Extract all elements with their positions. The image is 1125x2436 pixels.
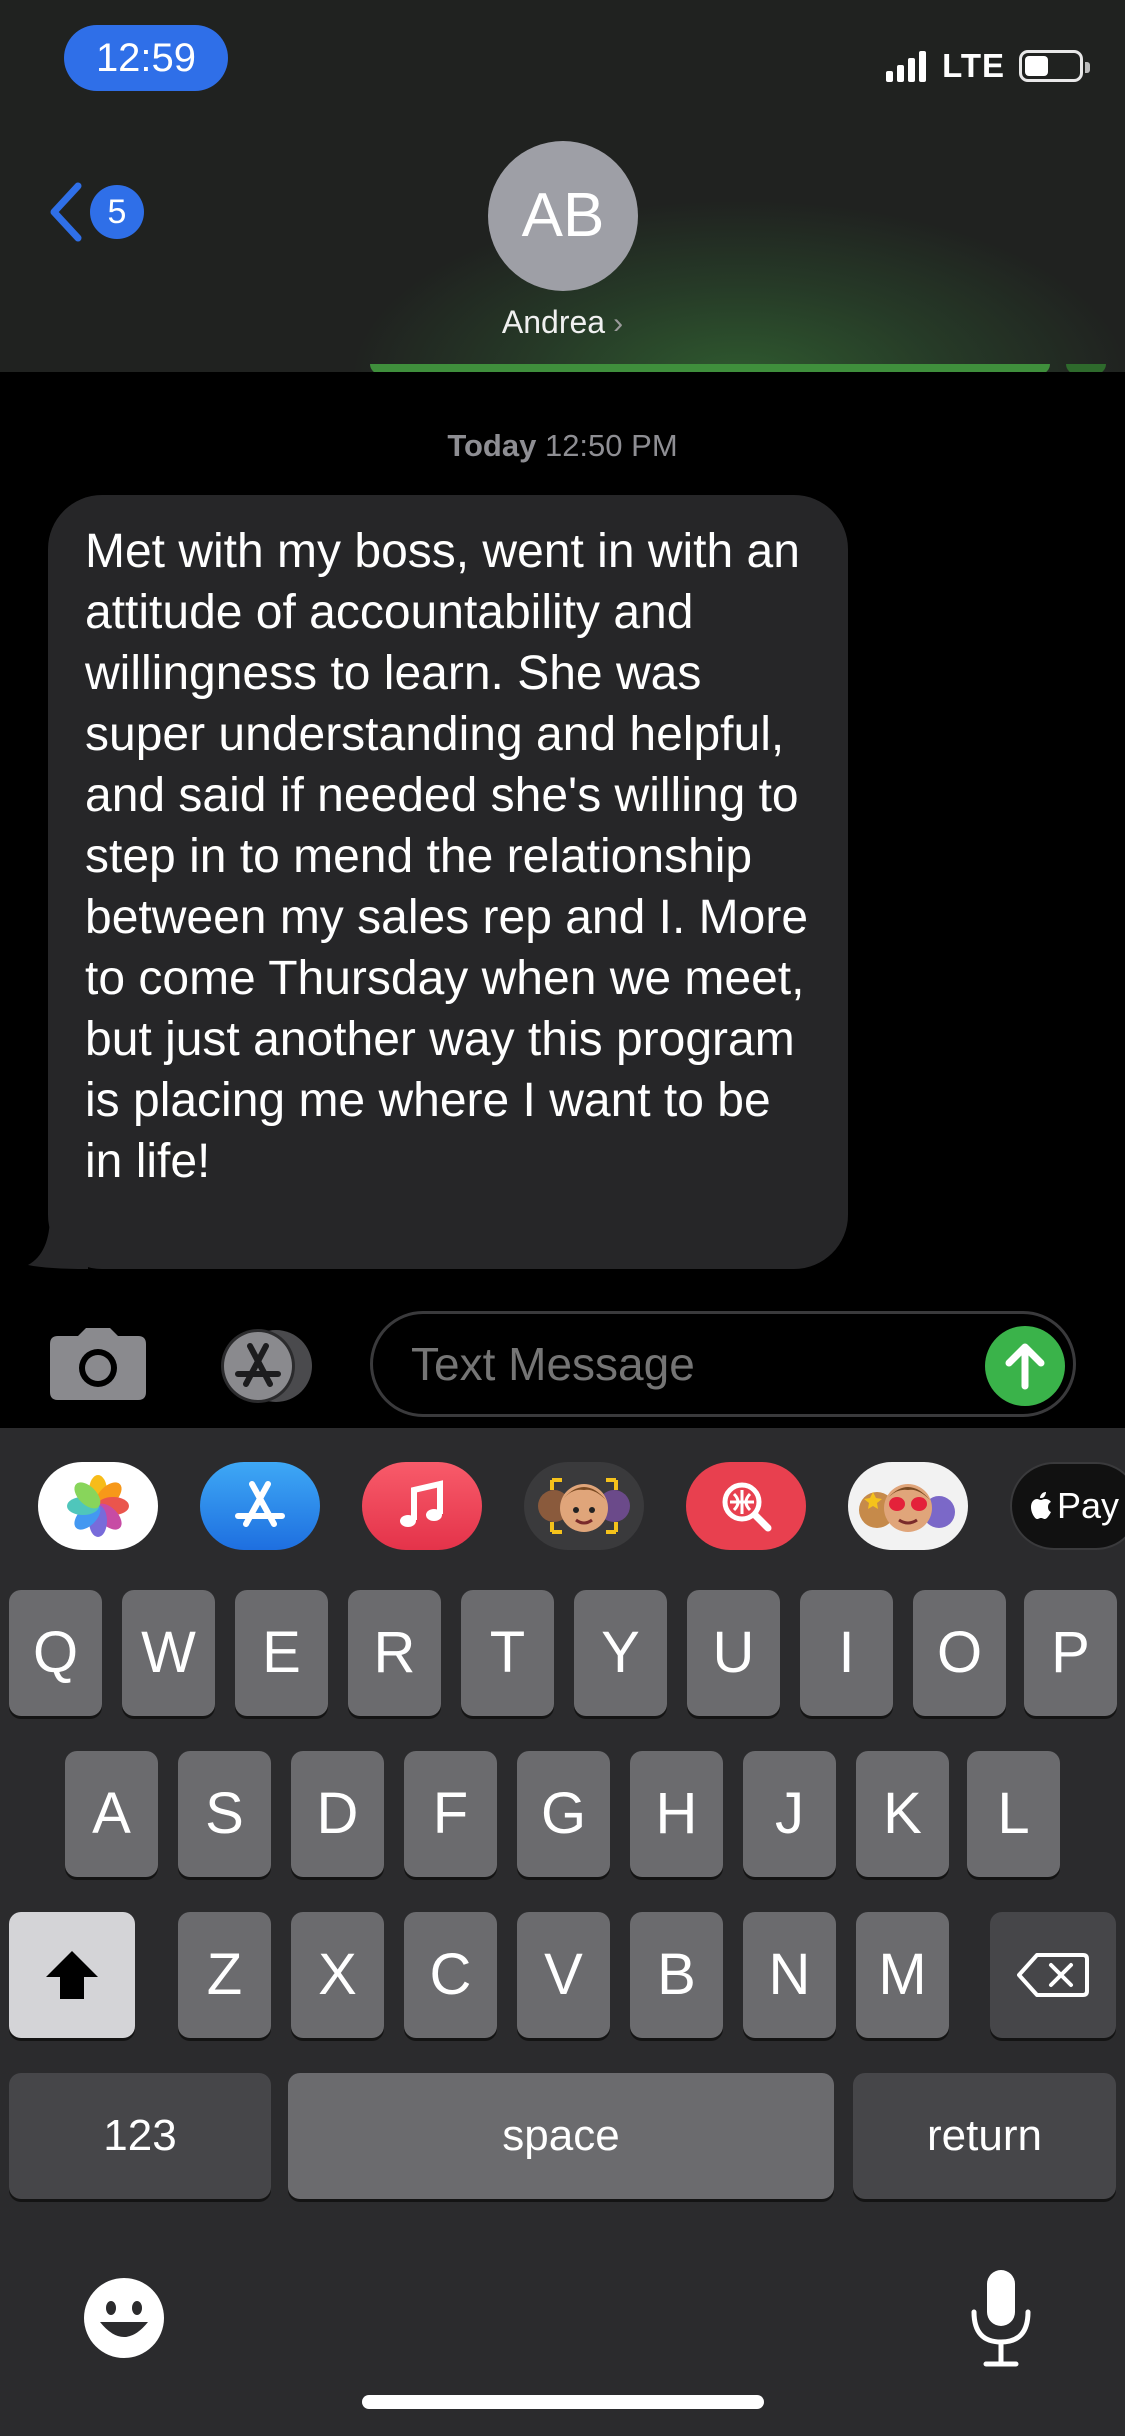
key-f[interactable]: F	[404, 1751, 497, 1877]
key-k[interactable]: K	[856, 1751, 949, 1877]
message-timestamp: Today 12:50 PM	[0, 428, 1125, 464]
back-button[interactable]: 5	[46, 180, 144, 244]
key-b[interactable]: B	[630, 1912, 723, 2038]
key-q[interactable]: Q	[9, 1590, 102, 1716]
key-t[interactable]: T	[461, 1590, 554, 1716]
text-message-field[interactable]	[370, 1311, 1076, 1417]
key-n[interactable]: N	[743, 1912, 836, 2038]
emoji-icon[interactable]	[82, 2276, 166, 2360]
music-app-icon[interactable]	[362, 1462, 482, 1550]
key-a[interactable]: A	[65, 1751, 158, 1877]
cellular-signal-icon	[886, 50, 930, 82]
battery-level-fill	[1025, 56, 1048, 76]
battery-icon	[1019, 50, 1090, 82]
backspace-icon	[1017, 1953, 1089, 1997]
message-input[interactable]	[411, 1314, 971, 1414]
app-store-icon[interactable]	[210, 1328, 320, 1404]
delete-key[interactable]	[990, 1912, 1116, 2038]
key-x[interactable]: X	[291, 1912, 384, 2038]
key-d[interactable]: D	[291, 1751, 384, 1877]
microphone-icon[interactable]	[968, 2268, 1034, 2368]
animoji-icon[interactable]	[848, 1462, 968, 1550]
chevron-right-icon: ›	[613, 307, 624, 340]
keyboard: Pay Q W E R T Y U I O P A S D F G H J K …	[0, 1428, 1125, 2436]
timestamp-day: Today	[447, 428, 537, 463]
return-key[interactable]: return	[853, 2073, 1116, 2199]
key-o[interactable]: O	[913, 1590, 1006, 1716]
send-button[interactable]	[985, 1326, 1065, 1406]
key-g[interactable]: G	[517, 1751, 610, 1877]
incoming-message-bubble[interactable]: Met with my boss, went in with an attitu…	[48, 495, 848, 1269]
status-time[interactable]: 12:59	[64, 25, 228, 91]
shift-arrow-icon	[46, 1951, 98, 1999]
photos-app-icon[interactable]	[38, 1462, 158, 1550]
key-m[interactable]: M	[856, 1912, 949, 2038]
bubble-tail	[28, 1215, 88, 1269]
key-u[interactable]: U	[687, 1590, 780, 1716]
key-l[interactable]: L	[967, 1751, 1060, 1877]
memoji-stickers-icon[interactable]	[524, 1462, 644, 1550]
images-search-icon[interactable]	[686, 1462, 806, 1550]
timestamp-time: 12:50 PM	[544, 428, 678, 463]
header-accent-strip	[370, 364, 1050, 372]
key-c[interactable]: C	[404, 1912, 497, 2038]
key-r[interactable]: R	[348, 1590, 441, 1716]
app-store-icon[interactable]	[200, 1462, 320, 1550]
header-accent-strip-small	[1066, 364, 1106, 372]
contact-name: Andrea	[501, 304, 606, 340]
space-key[interactable]: space	[288, 2073, 834, 2199]
key-h[interactable]: H	[630, 1751, 723, 1877]
contact-avatar[interactable]: AB	[488, 141, 638, 291]
conversation-header: 12:59 LTE 5 AB Andrea ›	[0, 0, 1125, 372]
key-i[interactable]: I	[800, 1590, 893, 1716]
status-indicators: LTE	[886, 46, 1090, 86]
unread-count-badge: 5	[90, 185, 144, 239]
key-s[interactable]: S	[178, 1751, 271, 1877]
key-v[interactable]: V	[517, 1912, 610, 2038]
key-w[interactable]: W	[122, 1590, 215, 1716]
apple-logo-icon	[1030, 1492, 1051, 1519]
key-j[interactable]: J	[743, 1751, 836, 1877]
arrow-up-icon	[1005, 1343, 1045, 1390]
chevron-left-icon	[50, 182, 82, 242]
camera-icon[interactable]	[50, 1328, 146, 1400]
apple-pay-label: Pay	[1056, 1485, 1120, 1526]
numbers-key[interactable]: 123	[9, 2073, 271, 2199]
apple-pay-icon[interactable]: Pay	[1010, 1462, 1125, 1550]
network-type: LTE	[942, 47, 1005, 84]
key-p[interactable]: P	[1024, 1590, 1117, 1716]
imessage-app-strip: Pay	[0, 1428, 1125, 1578]
shift-key[interactable]	[9, 1912, 135, 2038]
home-indicator[interactable]	[362, 2395, 764, 2409]
key-z[interactable]: Z	[178, 1912, 271, 2038]
key-y[interactable]: Y	[574, 1590, 667, 1716]
contact-name-button[interactable]: Andrea ›	[0, 304, 1125, 341]
key-e[interactable]: E	[235, 1590, 328, 1716]
